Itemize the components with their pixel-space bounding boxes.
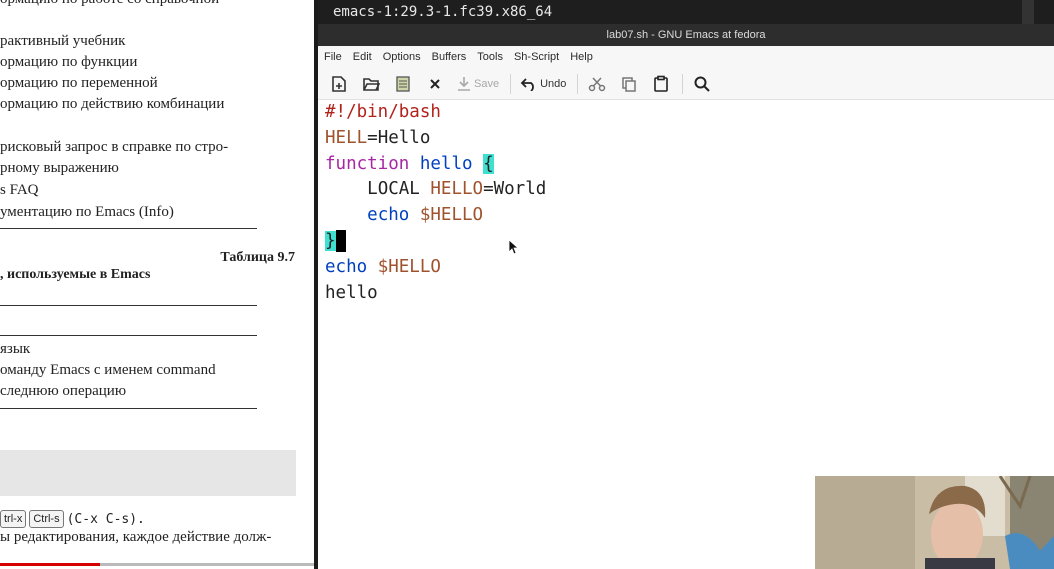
video-progress-remaining[interactable] — [100, 563, 314, 566]
new-file-icon — [332, 75, 346, 92]
clipboard-icon — [654, 75, 669, 92]
matched-brace: { — [483, 153, 494, 174]
shebang: #!/bin/bash — [325, 102, 441, 122]
mouse-pointer-icon — [508, 239, 518, 255]
code-line: } — [325, 229, 1054, 255]
menu-bar: File Edit Options Buffers Tools Sh-Scrip… — [318, 46, 1054, 68]
code-text: LOCAL — [367, 179, 420, 200]
window-title: lab07.sh - GNU Emacs at fedora — [606, 29, 766, 41]
doc-line: язык — [0, 341, 31, 357]
undo-icon — [520, 77, 534, 91]
tool-bar: Save Undo — [318, 68, 1054, 100]
code-keyword: function — [325, 153, 410, 174]
doc-line: ормацию по действию комбинации — [0, 96, 225, 112]
note-box — [0, 450, 296, 496]
file-cabinet-icon — [396, 75, 410, 92]
save-icon — [458, 76, 470, 91]
table-caption: , используемые в Emacs — [0, 267, 151, 282]
editor-buffer[interactable]: #!/bin/bash HELL=Hello function hello { … — [318, 100, 1054, 306]
terminal-scrollbar[interactable] — [1022, 0, 1034, 24]
doc-line: ормацию по переменной — [0, 75, 158, 91]
terminal-output: emacs-1:29.3-1.fc39.x86_64 — [333, 4, 553, 20]
text-cursor — [335, 229, 346, 252]
key-combo-text: (C-x C-s). — [66, 511, 145, 527]
menu-sh-script[interactable]: Sh-Script — [514, 51, 559, 63]
code-variable: HELLO — [430, 179, 484, 200]
code-text: =Hello — [367, 127, 431, 148]
table-rule — [0, 335, 257, 336]
save-label: Save — [474, 77, 500, 90]
document-page: ормацию по работе со справочной рактивны… — [0, 0, 314, 569]
doc-line: следнюю операцию — [0, 383, 127, 399]
cut-button[interactable] — [584, 72, 610, 96]
kill-buffer-button[interactable] — [422, 72, 448, 96]
doc-line: рисковый запрос в справке по стро- — [0, 139, 229, 155]
doc-line: ормацию по работе со справочной — [0, 0, 219, 8]
code-text: =World — [483, 179, 547, 200]
menu-buffers[interactable]: Buffers — [432, 51, 467, 63]
doc-line: рному выражению — [0, 160, 119, 176]
doc-line: s FAQ — [0, 182, 39, 198]
code-line: LOCAL HELLO=World — [325, 177, 1054, 203]
toolbar-separator — [682, 73, 684, 94]
undo-label: Undo — [540, 77, 567, 90]
code-variable: $HELLO — [419, 205, 484, 226]
doc-line: ументацию по Emacs (Info) — [0, 204, 174, 220]
table-rule — [0, 305, 257, 306]
menu-edit[interactable]: Edit — [353, 51, 372, 63]
code-builtin: echo — [367, 205, 410, 226]
code-line: #!/bin/bash — [325, 100, 1054, 126]
window-titlebar[interactable]: lab07.sh - GNU Emacs at fedora — [318, 24, 1054, 46]
menu-tools[interactable]: Tools — [477, 51, 503, 63]
table-number: Таблица 9.7 — [220, 250, 295, 265]
webcam-overlay — [815, 476, 1054, 569]
save-button[interactable]: Save — [454, 72, 502, 96]
code-builtin: echo — [325, 256, 368, 277]
terminal-window: emacs-1:29.3-1.fc39.x86_64 — [318, 0, 1054, 24]
code-line: function hello { — [325, 152, 1054, 178]
undo-button[interactable]: Undo — [517, 72, 569, 96]
code-line: HELL=Hello — [325, 126, 1054, 152]
doc-line: оманду Emacs с именем command — [0, 362, 216, 378]
toolbar-separator — [510, 73, 512, 94]
matched-brace: } — [325, 230, 336, 251]
code-line: echo $HELLO — [325, 203, 1054, 229]
new-file-button[interactable] — [326, 72, 352, 96]
copy-icon — [622, 76, 637, 92]
open-file-button[interactable] — [358, 72, 384, 96]
menu-help[interactable]: Help — [570, 51, 593, 63]
key-combo-line: trl-x Ctrl-s (C-x C-s). — [0, 510, 145, 528]
search-button[interactable] — [689, 72, 715, 96]
paste-button[interactable] — [648, 72, 674, 96]
key-ctrl-x: trl-x — [0, 510, 27, 528]
code-variable: $HELLO — [377, 256, 441, 277]
table-rule — [0, 408, 257, 409]
toolbar-separator — [577, 73, 579, 94]
copy-button[interactable] — [616, 72, 642, 96]
dired-button[interactable] — [390, 72, 416, 96]
doc-line: ы редактирования, каждое действие долж- — [0, 529, 272, 545]
code-variable: HELL — [325, 127, 368, 148]
menu-options[interactable]: Options — [383, 51, 421, 63]
code-line: echo $HELLO — [325, 255, 1054, 281]
video-progress-played[interactable] — [0, 563, 100, 566]
key-ctrl-s: Ctrl-s — [29, 510, 64, 528]
code-function-name: hello — [419, 153, 473, 174]
webcam-video-image — [815, 476, 1054, 569]
doc-line: ормацию по функции — [0, 54, 138, 70]
code-line: hello — [325, 281, 1054, 307]
menu-file[interactable]: File — [324, 51, 342, 63]
folder-open-icon — [363, 77, 380, 91]
doc-line: рактивный учебник — [0, 33, 126, 49]
close-icon — [430, 78, 440, 89]
scissors-icon — [589, 76, 606, 91]
table-rule — [0, 228, 257, 229]
search-icon — [694, 76, 711, 92]
code-text: hello — [325, 282, 378, 303]
